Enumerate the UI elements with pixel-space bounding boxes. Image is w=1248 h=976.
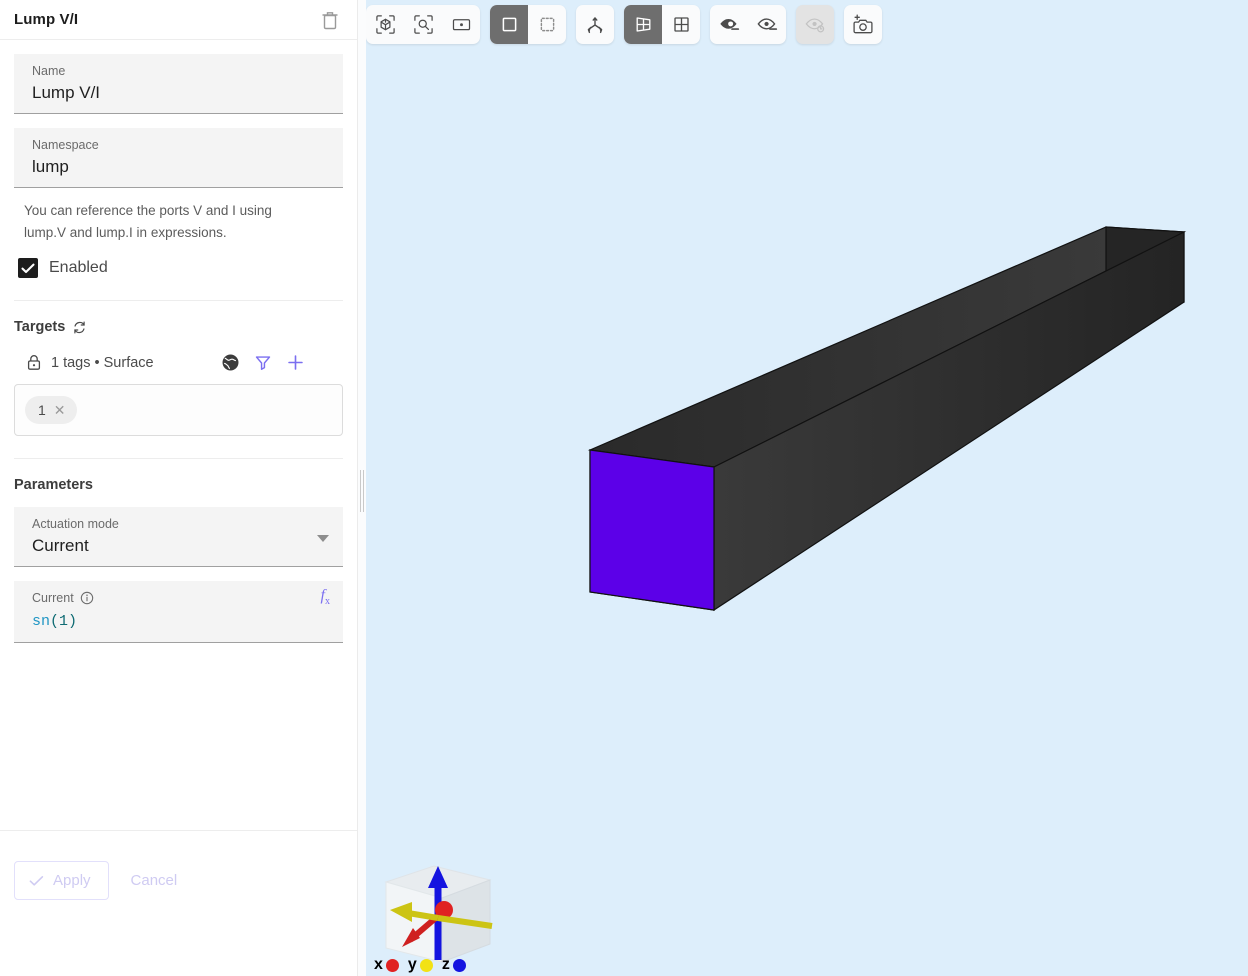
axis-legend-y-dot — [420, 959, 433, 972]
center-view-icon[interactable] — [442, 5, 480, 44]
application-window: Lump V/I Name Lump V/I Namespace lump Yo… — [0, 0, 1248, 976]
3d-viewport[interactable]: x y z — [358, 0, 1248, 976]
axis-legend-y: y — [408, 956, 433, 974]
helper-text: You can reference the ports V and I usin… — [24, 200, 314, 244]
hide-selected-icon[interactable] — [710, 5, 748, 44]
select-solid-icon[interactable] — [490, 5, 528, 44]
name-field[interactable]: Name Lump V/I — [14, 54, 343, 114]
tag-chip-label: 1 — [38, 402, 46, 418]
targets-summary-label: 1 tags • Surface — [51, 355, 154, 371]
current-parameter-expression[interactable]: sn(1) — [32, 612, 329, 632]
axes-pivot-icon[interactable] — [576, 5, 614, 44]
expression-open-paren: ( — [50, 613, 59, 630]
refresh-icon[interactable] — [72, 320, 87, 335]
toolbar-group-visibility — [710, 5, 786, 44]
actuation-mode-label: Actuation mode — [32, 516, 313, 532]
parameters-section-heading: Parameters — [14, 477, 343, 493]
plus-icon[interactable] — [286, 353, 305, 372]
properties-panel-body: Lump V/I Name Lump V/I Namespace lump Yo… — [0, 0, 357, 830]
axis-legend-x: x — [374, 956, 399, 974]
parameters-heading-label: Parameters — [14, 477, 93, 493]
axis-legend-x-label: x — [374, 956, 383, 974]
perspective-view-icon[interactable] — [624, 5, 662, 44]
targets-action-icons — [221, 353, 343, 372]
lock-icon[interactable] — [26, 354, 42, 371]
namespace-field-value[interactable]: lump — [32, 154, 329, 180]
enabled-label: Enabled — [49, 259, 108, 277]
tag-chip[interactable]: 1 ✕ — [25, 396, 77, 424]
page-title: Lump V/I — [14, 11, 317, 28]
toolbar-group-axes — [576, 5, 614, 44]
targets-heading-label: Targets — [14, 319, 65, 335]
targets-tags-box[interactable]: 1 ✕ — [14, 384, 343, 436]
toolbar-group-capture — [844, 5, 882, 44]
enabled-checkbox[interactable] — [18, 258, 38, 278]
panel-splitter[interactable] — [358, 0, 366, 976]
globe-icon[interactable] — [221, 353, 240, 372]
filter-icon[interactable] — [254, 354, 272, 372]
panel-header: Lump V/I — [0, 0, 357, 40]
panel-footer: Apply Cancel — [0, 830, 357, 976]
info-icon[interactable] — [80, 591, 94, 605]
divider-2 — [14, 458, 343, 459]
expression-number: 1 — [59, 613, 68, 630]
rectangular-beam[interactable] — [358, 0, 1248, 976]
axis-legend-z-dot — [453, 959, 466, 972]
splitter-grip[interactable] — [360, 470, 364, 512]
properties-panel: Lump V/I Name Lump V/I Namespace lump Yo… — [0, 0, 358, 976]
name-field-value[interactable]: Lump V/I — [32, 80, 329, 106]
orthographic-grid-icon[interactable] — [662, 5, 700, 44]
axis-legend-y-label: y — [408, 956, 417, 974]
selected-surface[interactable] — [590, 450, 714, 610]
axis-legend-x-dot — [386, 959, 399, 972]
check-icon — [21, 263, 35, 274]
viewport-toolbar — [366, 5, 882, 44]
name-field-label: Name — [32, 63, 329, 79]
trash-icon[interactable] — [317, 6, 343, 34]
axis-gizmo[interactable]: x y z — [368, 848, 508, 976]
expression-function: sn — [32, 613, 50, 630]
axis-gizmo-legend: x y z — [374, 956, 471, 974]
cancel-button[interactable]: Cancel — [117, 861, 192, 900]
namespace-field-label: Namespace — [32, 137, 329, 153]
expression-close-paren: ) — [68, 613, 77, 630]
show-selected-icon[interactable] — [748, 5, 786, 44]
divider — [14, 300, 343, 301]
apply-button-label: Apply — [53, 872, 91, 889]
select-box-icon[interactable] — [528, 5, 566, 44]
axis-legend-z: z — [442, 956, 466, 974]
targets-section-heading: Targets — [14, 319, 343, 335]
fx-icon[interactable]: fx — [321, 587, 330, 607]
globe-glyph — [221, 353, 240, 372]
namespace-field[interactable]: Namespace lump — [14, 128, 343, 188]
capture-screenshot-icon[interactable] — [844, 5, 882, 44]
check-icon — [29, 875, 44, 887]
chevron-down-icon[interactable] — [317, 535, 329, 542]
close-icon[interactable]: ✕ — [54, 403, 66, 417]
toolbar-group-layout — [624, 5, 700, 44]
toolbar-group-select — [490, 5, 566, 44]
actuation-mode-select[interactable]: Actuation mode Current — [14, 507, 343, 567]
current-parameter-label: Current — [32, 590, 74, 606]
toolbar-group-visibility-settings — [796, 5, 834, 44]
apply-button[interactable]: Apply — [14, 861, 109, 900]
current-parameter-label-row: Current — [32, 590, 329, 606]
actuation-mode-value: Current — [32, 533, 313, 559]
visibility-settings-icon — [796, 5, 834, 44]
toolbar-group-view — [366, 5, 480, 44]
zoom-to-selection-icon[interactable] — [404, 5, 442, 44]
enabled-checkbox-row[interactable]: Enabled — [18, 258, 343, 278]
current-parameter-field[interactable]: Current fx sn(1) — [14, 581, 343, 643]
targets-summary-row: 1 tags • Surface — [26, 353, 343, 372]
fit-to-view-icon[interactable] — [366, 5, 404, 44]
axis-legend-z-label: z — [442, 956, 450, 974]
